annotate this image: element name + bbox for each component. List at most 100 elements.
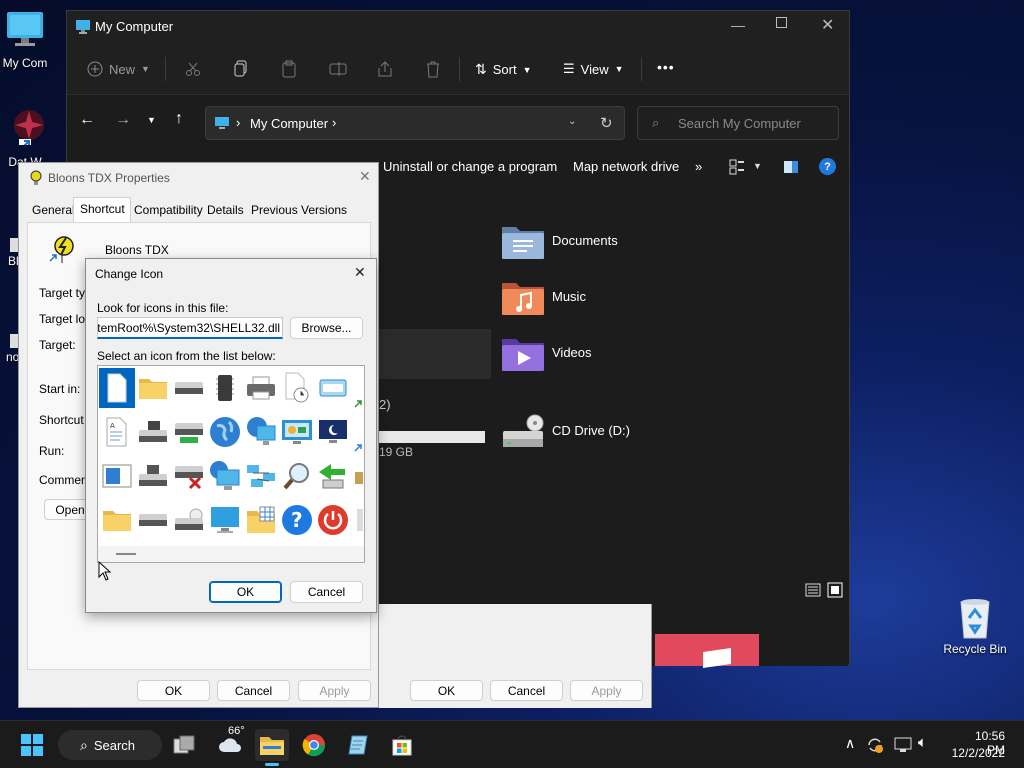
ok-button[interactable]: OK: [209, 581, 282, 603]
background-ok-button[interactable]: OK: [410, 680, 483, 701]
cancel-button[interactable]: Cancel: [217, 680, 290, 701]
volume-icon[interactable]: 🔈︎: [918, 734, 927, 751]
desktop-icon-dat[interactable]: Dat W: [0, 105, 50, 169]
background-apply-button[interactable]: Apply: [570, 680, 643, 701]
globe-icon[interactable]: [207, 412, 243, 452]
folder-music[interactable]: Music: [501, 277, 701, 321]
delete-icon[interactable]: [425, 60, 441, 78]
network-drive-icon[interactable]: [171, 412, 207, 452]
tab-general[interactable]: General: [32, 199, 75, 221]
floppy-drive-icon[interactable]: [135, 456, 171, 496]
tab-details[interactable]: Details: [207, 199, 244, 221]
folder-icon[interactable]: [135, 368, 171, 408]
drive-icon[interactable]: [171, 368, 207, 408]
file-explorer-taskbar-button[interactable]: [255, 729, 289, 766]
weather-widget[interactable]: 66°: [210, 725, 250, 761]
control-panel-icon[interactable]: [279, 412, 315, 452]
view-button[interactable]: ☰ View ▼: [563, 61, 624, 77]
close-button[interactable]: ✕: [821, 15, 834, 35]
chip-icon[interactable]: [207, 368, 243, 408]
browse-button[interactable]: Browse...: [290, 317, 363, 339]
address-location[interactable]: My Computer: [250, 116, 328, 131]
task-view-button[interactable]: [168, 729, 200, 761]
store-taskbar-button[interactable]: [386, 729, 418, 761]
more-commands-chevron-icon[interactable]: »: [695, 159, 702, 174]
help-icon[interactable]: ?: [279, 500, 315, 540]
partial-icon[interactable]: [351, 500, 364, 540]
network-window-icon[interactable]: [315, 368, 351, 408]
maximize-button[interactable]: [776, 17, 787, 28]
partial-package-icon[interactable]: [351, 456, 364, 496]
back-arrow-icon[interactable]: ←: [79, 111, 95, 129]
app-taskbar-button[interactable]: [342, 729, 374, 761]
monitor-icon[interactable]: [207, 500, 243, 540]
removable-drive-icon[interactable]: [135, 500, 171, 540]
rename-icon[interactable]: [329, 61, 347, 77]
tab-shortcut[interactable]: Shortcut: [73, 197, 131, 223]
printer-icon[interactable]: [243, 368, 279, 408]
window-app-icon[interactable]: [99, 456, 135, 496]
horizontal-scrollbar[interactable]: [98, 546, 364, 562]
cancel-button[interactable]: Cancel: [290, 581, 363, 603]
network-computer-icon[interactable]: [243, 412, 279, 452]
close-button[interactable]: ✕: [359, 168, 371, 185]
desktop-icon-recycle-bin[interactable]: Recycle Bin: [940, 596, 1010, 656]
new-button[interactable]: New ▼: [87, 61, 150, 77]
sleep-monitor-icon[interactable]: [315, 412, 351, 452]
sync-status-icon[interactable]: [866, 736, 884, 754]
disconnected-drive-icon[interactable]: [171, 456, 207, 496]
cut-icon[interactable]: [185, 61, 201, 77]
details-view-icon[interactable]: [805, 583, 821, 597]
blank-document-icon[interactable]: [99, 368, 135, 408]
networked-computer-icon[interactable]: [207, 456, 243, 496]
layout-icon[interactable]: [729, 159, 745, 175]
tab-previous-versions[interactable]: Previous Versions: [251, 199, 347, 221]
share-icon[interactable]: [377, 60, 393, 78]
network-connections-icon[interactable]: [243, 456, 279, 496]
copy-icon[interactable]: [233, 60, 249, 78]
scheduled-document-icon[interactable]: [279, 368, 315, 408]
more-options-button[interactable]: •••: [657, 59, 675, 75]
sort-button[interactable]: ⇅ Sort ▼: [475, 61, 532, 78]
address-bar[interactable]: › My Computer › ⌄ ↻: [205, 106, 625, 140]
search-box[interactable]: ⌕ Search My Computer: [637, 106, 839, 140]
clock-date[interactable]: 12/2/2022: [948, 746, 1005, 760]
icon-list[interactable]: A ?: [97, 365, 365, 563]
show-hidden-icons-chevron-icon[interactable]: ∧: [845, 735, 855, 752]
drive-floppy-icon[interactable]: [135, 412, 171, 452]
text-document-icon[interactable]: A: [99, 412, 135, 452]
chrome-taskbar-button[interactable]: [298, 729, 330, 761]
paste-icon[interactable]: [281, 60, 297, 78]
large-icons-view-icon[interactable]: [827, 582, 843, 598]
move-arrow-icon[interactable]: [315, 456, 351, 496]
cd-drive-icon[interactable]: [171, 500, 207, 540]
minimize-button[interactable]: —: [731, 17, 745, 33]
uninstall-program-command[interactable]: Uninstall or change a program: [383, 159, 557, 174]
close-button[interactable]: ✕: [354, 264, 366, 281]
layout-dropdown-icon[interactable]: ▼: [753, 161, 762, 171]
closed-folder-icon[interactable]: [99, 500, 135, 540]
icon-file-input[interactable]: %SystemRoot%\System32\SHELL32.dll: [97, 317, 283, 339]
recent-locations-chevron-icon[interactable]: ▼: [147, 115, 156, 125]
scrollbar-thumb[interactable]: [116, 553, 136, 555]
network-icon[interactable]: [894, 737, 912, 753]
map-network-drive-command[interactable]: Map network drive: [573, 159, 679, 174]
forward-arrow-icon[interactable]: →: [115, 111, 131, 129]
start-button[interactable]: [16, 729, 48, 761]
taskbar-search[interactable]: ⌕ Search: [58, 730, 162, 760]
ok-button[interactable]: OK: [137, 680, 210, 701]
power-icon[interactable]: [315, 500, 351, 540]
address-dropdown-icon[interactable]: ⌄: [568, 116, 576, 127]
folder-grid-icon[interactable]: [243, 500, 279, 540]
preview-pane-icon[interactable]: [783, 160, 799, 174]
folder-videos[interactable]: Videos: [501, 333, 701, 377]
refresh-icon[interactable]: ↻: [600, 114, 613, 132]
shortcut-arrow-icon[interactable]: [351, 384, 364, 424]
apply-button[interactable]: Apply: [298, 680, 371, 701]
background-cancel-button[interactable]: Cancel: [490, 680, 563, 701]
up-arrow-icon[interactable]: ↑: [175, 110, 183, 128]
help-icon[interactable]: ?: [819, 158, 836, 175]
folder-documents[interactable]: Documents: [501, 221, 701, 265]
search-icon[interactable]: [279, 456, 315, 496]
cd-drive-d[interactable]: CD Drive (D:): [501, 411, 701, 455]
